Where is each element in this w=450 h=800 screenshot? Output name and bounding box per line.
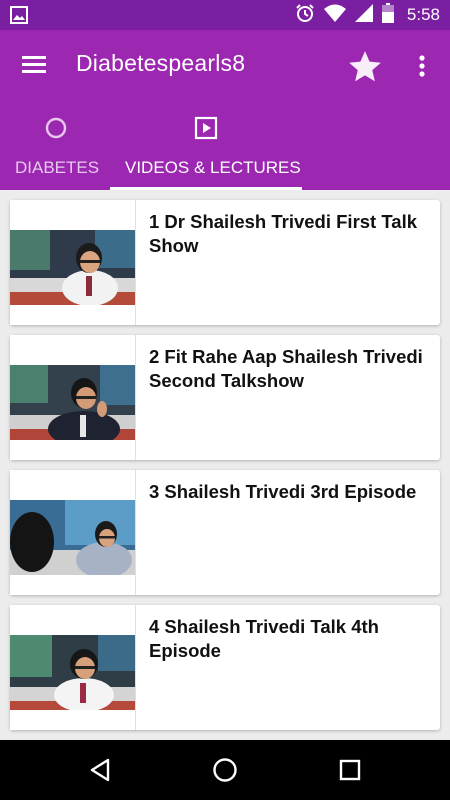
alarm-icon [295, 3, 315, 28]
tab-label: DIABETES [15, 158, 100, 177]
back-button[interactable] [86, 755, 116, 785]
video-card[interactable]: 2 Fit Rahe Aap Shailesh Trivedi Second T… [10, 335, 440, 460]
video-title[interactable]: 1 Dr Shailesh Trivedi First Talk Show [149, 210, 431, 258]
tab-videos-lectures[interactable]: VIDEOS & LECTURES [110, 114, 302, 190]
app-bar: Diabetespearls8 DIABETES VIDEOS & LECTUR… [0, 30, 450, 190]
navigation-bar [0, 740, 450, 800]
video-card[interactable]: 3 Shailesh Trivedi 3rd Episode [10, 470, 440, 595]
video-thumbnail[interactable] [10, 200, 135, 325]
more-options-button[interactable] [410, 50, 434, 84]
favorite-button[interactable] [346, 48, 384, 86]
tab-diabetes[interactable]: DIABETES [0, 114, 110, 190]
home-icon [210, 758, 240, 789]
recents-button[interactable] [335, 755, 365, 785]
card-divider [135, 200, 136, 325]
menu-button[interactable] [20, 52, 50, 78]
video-thumbnail[interactable] [10, 335, 135, 460]
thumbnail-image [10, 230, 135, 305]
card-divider [135, 470, 136, 595]
status-time: 5:58 [406, 5, 440, 24]
video-title[interactable]: 4 Shailesh Trivedi Talk 4th Episode [149, 615, 431, 663]
video-title[interactable]: 3 Shailesh Trivedi 3rd Episode [149, 480, 431, 504]
card-divider [135, 605, 136, 730]
video-list[interactable]: 1 Dr Shailesh Trivedi First Talk Show 2 … [0, 190, 450, 740]
circle-icon [44, 116, 68, 145]
video-card[interactable]: 4 Shailesh Trivedi Talk 4th Episode [10, 605, 440, 730]
tab-label: VIDEOS & LECTURES [125, 158, 301, 177]
recents-icon [335, 759, 365, 789]
play-box-icon [194, 116, 218, 145]
back-icon [86, 758, 116, 789]
video-thumbnail[interactable] [10, 470, 135, 595]
star-icon [346, 51, 384, 90]
video-title[interactable]: 2 Fit Rahe Aap Shailesh Trivedi Second T… [149, 345, 431, 393]
video-thumbnail[interactable] [10, 605, 135, 730]
thumbnail-image [10, 365, 135, 440]
menu-icon [20, 56, 50, 82]
more-vert-icon [410, 55, 434, 88]
status-bar: 5:58 [0, 0, 450, 30]
thumbnail-image [10, 500, 135, 575]
signal-icon [354, 3, 373, 27]
video-card[interactable]: 1 Dr Shailesh Trivedi First Talk Show [10, 200, 440, 325]
card-divider [135, 335, 136, 460]
thumbnail-image [10, 635, 135, 710]
image-icon [10, 6, 28, 29]
wifi-icon [323, 4, 346, 27]
app-title: Diabetespearls8 [76, 50, 246, 76]
battery-icon [381, 2, 394, 28]
home-button[interactable] [210, 755, 240, 785]
